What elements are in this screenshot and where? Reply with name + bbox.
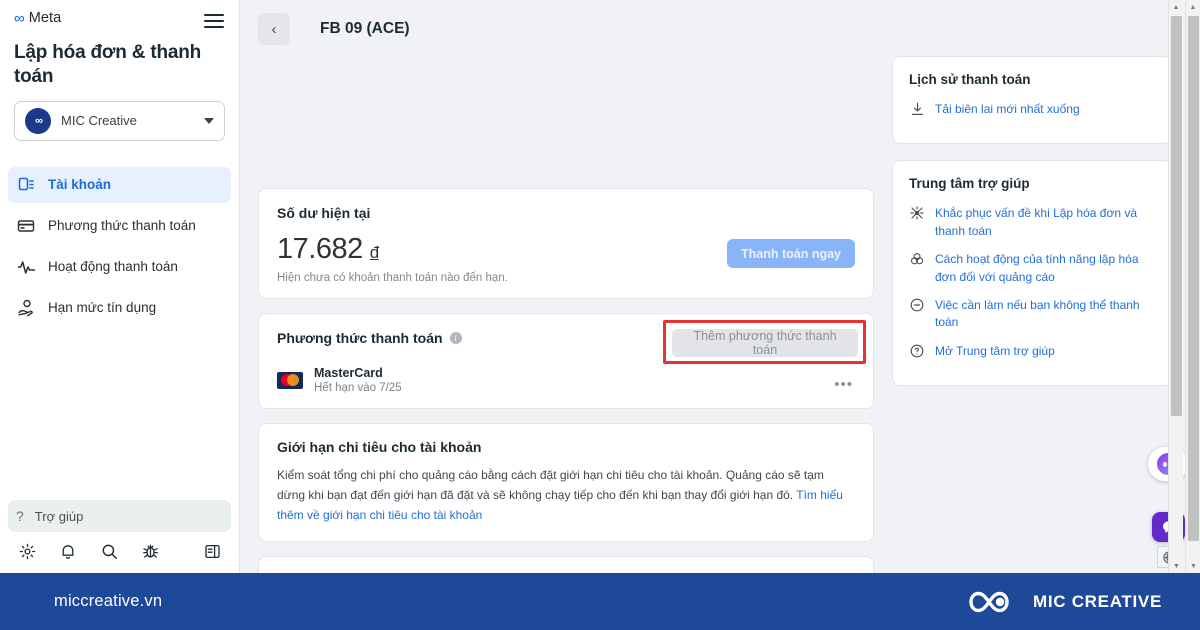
primary-column: Số dư hiện tại 17.682 đ Hiện chưa có kho… — [258, 58, 874, 573]
question-mark-icon: ? — [16, 508, 24, 524]
bell-icon[interactable] — [58, 541, 78, 561]
card-expiry: Hết hạn vào 7/25 — [314, 382, 402, 394]
balance-currency: đ — [369, 243, 379, 262]
rings-icon — [909, 251, 925, 267]
spending-limit-text: Kiểm soát tổng chi phí cho quảng cáo bằn… — [277, 468, 824, 502]
footer-brand: MIC CREATIVE — [966, 587, 1162, 617]
help-link-label: Mở Trung tâm trợ giúp — [935, 343, 1055, 358]
chevron-down-icon — [204, 117, 214, 124]
pay-now-button[interactable]: Thanh toán ngay — [727, 239, 855, 268]
sidebar-brand-row: ∞ Meta — [14, 8, 225, 32]
activity-pulse-icon — [16, 257, 36, 277]
payment-method-heading: Phương thức thanh toán — [277, 330, 443, 346]
sidebar-item-label: Hoạt động thanh toán — [48, 259, 178, 274]
outer-scrollbar[interactable]: ▲ ▼ — [1185, 0, 1200, 573]
secondary-column: Lịch sử thanh toán Tải biên lai mới nhất… — [892, 56, 1172, 573]
minus-circle-icon — [909, 297, 925, 313]
payment-method-card: Phương thức thanh toán i Thêm phương thứ… — [258, 313, 874, 409]
footer-website-url: miccreative.vn — [54, 592, 163, 610]
help-link-troubleshoot[interactable]: Khắc phục vấn đề khi Lập hóa đơn và than… — [909, 205, 1155, 240]
content-columns: Số dư hiện tại 17.682 đ Hiện chưa có kho… — [240, 56, 1200, 573]
footer-brand-name: MIC CREATIVE — [1033, 591, 1162, 611]
spending-limit-card: Giới hạn chi tiêu cho tài khoản Kiểm soá… — [258, 423, 874, 543]
balance-note: Hiện chưa có khoản thanh toán nào đến hạ… — [277, 272, 508, 284]
sidebar-top: ∞ Meta Lập hóa đơn & thanh toán ∞ MIC Cr… — [0, 0, 239, 141]
spending-limit-body: Kiểm soát tổng chi phí cho quảng cáo bằn… — [277, 466, 855, 525]
payment-activity-card: Hoạt động thanh toán Ngày Phương thức th… — [258, 556, 874, 573]
help-center-card: Trung tâm trợ giúp Khắc phục vấn đề khi … — [892, 160, 1172, 387]
balance-heading: Số dư hiện tại — [277, 205, 371, 221]
add-payment-method-button[interactable]: Thêm phương thức thanh toán — [672, 329, 858, 357]
help-link-cannot-pay[interactable]: Việc cần làm nếu bạn không thể thanh toá… — [909, 297, 1155, 332]
left-sidebar: ∞ Meta Lập hóa đơn & thanh toán ∞ MIC Cr… — [0, 0, 240, 573]
card-options-menu-icon[interactable]: ••• — [834, 376, 853, 393]
inner-scrollbar[interactable]: ▲ ▼ — [1168, 0, 1183, 573]
main-content: ‹ FB 09 (ACE) Số dư hiện tại 17.682 đ Hi… — [240, 0, 1200, 573]
help-link-label: Cách hoạt động của tính năng lập hóa đơn… — [935, 252, 1139, 284]
credit-card-icon — [16, 216, 36, 236]
meta-logo: ∞ Meta — [14, 10, 61, 26]
scroll-down-arrow-icon[interactable]: ▼ — [1186, 559, 1200, 573]
help-link-label: Khắc phục vấn đề khi Lập hóa đơn và than… — [935, 206, 1138, 238]
search-icon[interactable] — [99, 541, 119, 561]
question-circle-icon — [909, 343, 925, 359]
sidebar-tool-icons — [8, 541, 231, 565]
sidebar-title: Lập hóa đơn & thanh toán — [14, 42, 202, 87]
credit-limit-hand-icon — [16, 298, 36, 318]
page-header: ‹ FB 09 (ACE) — [240, 0, 1200, 58]
download-receipt-link[interactable]: Tải biên lai mới nhất xuống — [909, 101, 1155, 118]
mic-creative-logo-icon — [966, 587, 1020, 617]
scroll-up-arrow-icon[interactable]: ▲ — [1186, 0, 1200, 14]
sidebar-item-hoat-dong-thanh-toan[interactable]: Hoạt động thanh toán — [8, 249, 231, 285]
panel-toggle-icon[interactable] — [202, 541, 222, 561]
sidebar-item-phuong-thuc-thanh-toan[interactable]: Phương thức thanh toán — [8, 208, 231, 244]
payment-card-row: MasterCard Hết hạn vào 7/25 ••• — [277, 366, 855, 394]
sidebar-nav: Tài khoản Phương thức thanh toán Hoạt độ… — [0, 166, 239, 501]
hamburger-menu-icon[interactable] — [203, 10, 225, 32]
help-link-open-help-center[interactable]: Mở Trung tâm trợ giúp — [909, 343, 1155, 360]
sidebar-help-button[interactable]: ? Trợ giúp — [8, 500, 231, 532]
balance-amount: 17.682 — [277, 233, 363, 265]
screenshot-root: ∞ Meta Lập hóa đơn & thanh toán ∞ MIC Cr… — [0, 0, 1200, 630]
help-link-label: Việc cần làm nếu bạn không thể thanh toá… — [935, 297, 1140, 330]
payment-history-heading: Lịch sử thanh toán — [909, 72, 1031, 87]
download-icon — [909, 101, 925, 117]
application-window: ∞ Meta Lập hóa đơn & thanh toán ∞ MIC Cr… — [0, 0, 1200, 573]
help-center-heading: Trung tâm trợ giúp — [909, 176, 1030, 192]
account-icon — [16, 175, 36, 195]
sidebar-item-tai-khoan[interactable]: Tài khoản — [8, 166, 231, 203]
help-link-how-billing-works[interactable]: Cách hoạt động của tính năng lập hóa đơn… — [909, 251, 1155, 286]
mastercard-icon — [277, 371, 303, 389]
info-icon[interactable]: i — [449, 332, 462, 344]
outer-scrollbar-thumb[interactable] — [1188, 16, 1199, 541]
sidebar-bottom: ? Trợ giúp — [0, 500, 239, 573]
bug-icon[interactable] — [140, 541, 160, 561]
troubleshoot-icon — [909, 205, 925, 221]
account-selector[interactable]: ∞ MIC Creative — [14, 100, 225, 141]
payment-history-card: Lịch sử thanh toán Tải biên lai mới nhất… — [892, 56, 1172, 145]
current-balance-card: Số dư hiện tại 17.682 đ Hiện chưa có kho… — [258, 188, 874, 299]
page-title: FB 09 (ACE) — [320, 20, 410, 37]
sidebar-help-label: Trợ giúp — [34, 508, 84, 524]
meta-infinity-icon: ∞ — [14, 9, 25, 27]
download-receipt-label: Tải biên lai mới nhất xuống — [935, 102, 1080, 116]
sidebar-item-label: Phương thức thanh toán — [48, 218, 196, 233]
scroll-down-arrow-icon[interactable]: ▼ — [1169, 559, 1184, 573]
scroll-up-arrow-icon[interactable]: ▲ — [1169, 0, 1183, 14]
meta-wordmark: Meta — [28, 10, 62, 26]
gear-icon[interactable] — [17, 541, 37, 561]
sidebar-item-label: Hạn mức tín dụng — [48, 300, 157, 315]
card-info: MasterCard Hết hạn vào 7/25 — [314, 366, 402, 394]
spending-limit-heading: Giới hạn chi tiêu cho tài khoản — [277, 439, 482, 455]
sidebar-item-label: Tài khoản — [48, 177, 112, 192]
branding-footer: miccreative.vn MIC CREATIVE — [0, 573, 1200, 630]
card-brand: MasterCard — [314, 366, 383, 380]
account-avatar: ∞ — [25, 107, 51, 134]
back-button[interactable]: ‹ — [258, 13, 290, 45]
account-name: MIC Creative — [61, 113, 137, 128]
inner-scrollbar-thumb[interactable] — [1171, 16, 1182, 416]
sidebar-item-han-muc-tin-dung[interactable]: Hạn mức tín dụng — [8, 290, 231, 326]
